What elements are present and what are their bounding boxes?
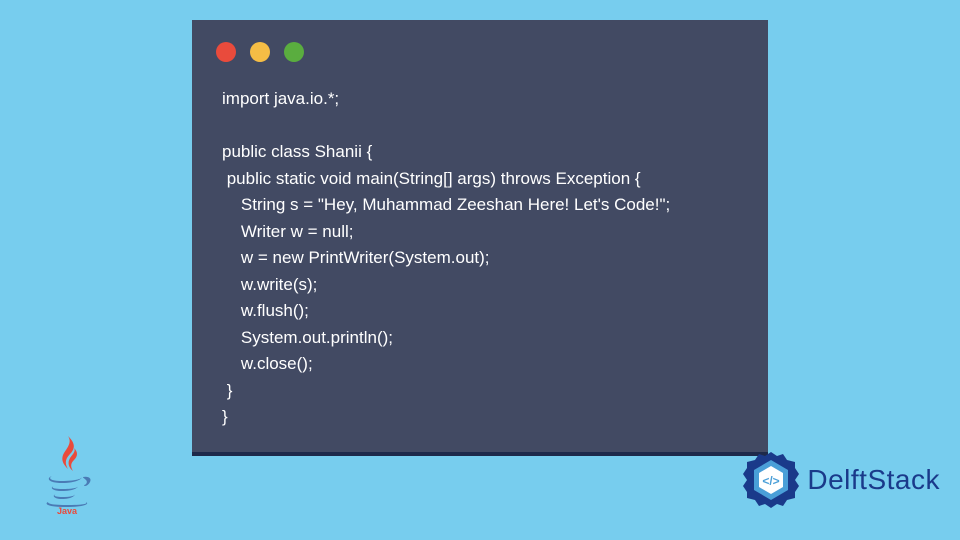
window-controls	[192, 20, 768, 62]
code-window: import java.io.*; public class Shanii { …	[192, 20, 768, 456]
close-icon	[216, 42, 236, 62]
delftstack-label: DelftStack	[807, 464, 940, 496]
minimize-icon	[250, 42, 270, 62]
maximize-icon	[284, 42, 304, 62]
java-label: Java	[57, 506, 78, 516]
delftstack-logo: </> DelftStack	[739, 448, 940, 512]
java-logo-icon: Java	[38, 434, 96, 516]
svg-text:</>: </>	[763, 474, 780, 488]
code-content: import java.io.*; public class Shanii { …	[192, 62, 768, 431]
delftstack-gear-icon: </>	[739, 448, 803, 512]
